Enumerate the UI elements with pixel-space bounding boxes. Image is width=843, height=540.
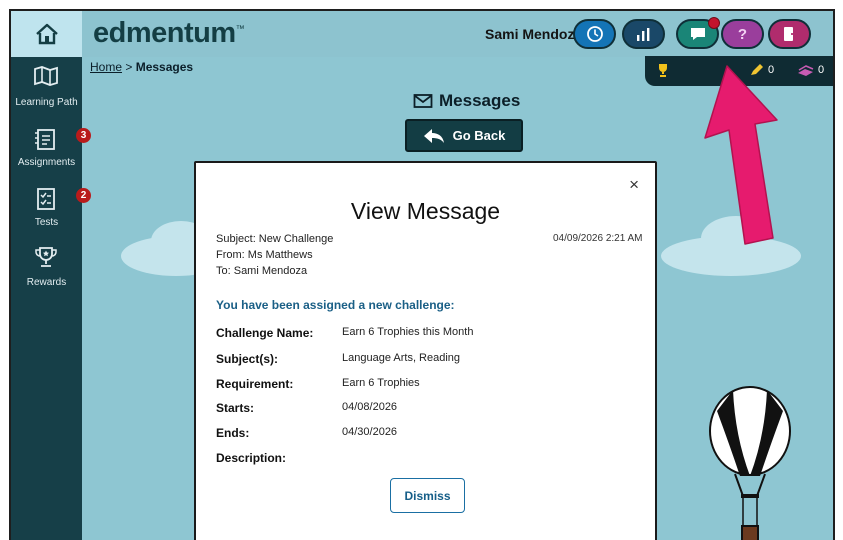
sidebar-item-assignments[interactable]: 3 Assignments xyxy=(11,117,91,175)
message-from: From: Ms Matthews xyxy=(216,249,313,261)
progress-button[interactable] xyxy=(622,19,665,49)
starts-label: Starts: xyxy=(216,401,255,415)
sidebar-item-rewards[interactable]: Rewards xyxy=(11,237,82,295)
envelope-icon xyxy=(413,94,433,108)
logout-icon xyxy=(783,27,798,41)
map-icon xyxy=(34,66,58,86)
user-name: Sami Mendoza xyxy=(485,26,583,42)
assignments-icon xyxy=(35,129,55,150)
requirement-value: Earn 6 Trophies xyxy=(342,377,420,389)
trophy-icon xyxy=(659,64,667,77)
go-back-label: Go Back xyxy=(452,128,506,143)
sidebar-item-label: Learning Path xyxy=(15,97,78,108)
ends-value: 04/30/2026 xyxy=(342,426,398,438)
logo-text: edmentum xyxy=(93,17,236,49)
message-subject: Subject: New Challenge xyxy=(216,233,334,245)
starts-value: 04/08/2026 xyxy=(342,401,398,413)
trophy-icon xyxy=(35,247,57,267)
subjects-value: Language Arts, Reading xyxy=(342,352,461,364)
sidebar-item-tests[interactable]: 2 Tests xyxy=(11,177,91,235)
description-label: Description: xyxy=(216,451,287,465)
breadcrumb-current: Messages xyxy=(135,60,194,74)
ends-label: Ends: xyxy=(216,426,250,440)
chat-icon xyxy=(690,28,705,40)
subjects-label: Subject(s): xyxy=(216,352,279,366)
sidebar-item-label: Assignments xyxy=(17,157,76,168)
sidebar-item-learning-path[interactable]: Learning Path xyxy=(11,57,82,115)
back-arrow-icon xyxy=(423,128,444,143)
edmentum-logo: edmentum™ xyxy=(93,17,245,50)
dialog-title: View Message xyxy=(350,198,501,224)
breadcrumb-separator: > xyxy=(122,60,136,74)
home-icon xyxy=(35,23,58,45)
books-icon xyxy=(798,65,814,76)
requirement-label: Requirement: xyxy=(216,377,294,391)
home-button[interactable] xyxy=(11,11,82,57)
sidebar: Learning Path 3 Assignments 2 Tests Rewa… xyxy=(11,57,91,540)
go-back-button[interactable]: Go Back xyxy=(405,119,523,152)
bar-chart-icon xyxy=(636,28,649,41)
sidebar-item-label: Rewards xyxy=(26,277,67,288)
dismiss-button[interactable]: Dismiss xyxy=(390,478,465,513)
help-icon: ? xyxy=(737,25,748,43)
annotation-arrow xyxy=(704,65,778,245)
logout-button[interactable] xyxy=(768,19,811,49)
challenge-name-value: Earn 6 Trophies this Month xyxy=(342,326,474,338)
breadcrumb-home-link[interactable]: Home xyxy=(90,60,122,74)
message-date: 04/09/2026 2:21 AM xyxy=(553,233,643,244)
assignments-count-badge: 3 xyxy=(76,128,91,143)
app-frame: edmentum™ Sami Mendoza ? Learning Path 3… xyxy=(9,9,835,540)
books-count: 0 xyxy=(818,64,825,76)
hot-air-balloon-illustration xyxy=(709,386,791,540)
tests-icon xyxy=(37,188,55,210)
help-button[interactable]: ? xyxy=(721,19,764,49)
page-title-text: Messages xyxy=(439,91,521,110)
tests-count-badge: 2 xyxy=(76,188,91,203)
close-icon[interactable]: × xyxy=(629,175,639,195)
clock-icon xyxy=(586,26,603,42)
new-message-indicator xyxy=(708,17,720,29)
message-to: To: Sami Mendoza xyxy=(216,265,308,277)
trophy-stat xyxy=(656,63,670,77)
dismiss-label: Dismiss xyxy=(404,488,451,503)
books-stat: 0 xyxy=(797,63,824,77)
sidebar-item-label: Tests xyxy=(34,217,59,228)
page-title: Messages xyxy=(413,91,520,111)
view-message-dialog: × View Message Subject: New Challenge Fr… xyxy=(194,161,657,540)
top-bar: edmentum™ Sami Mendoza ? xyxy=(11,11,833,57)
breadcrumb: Home > Messages xyxy=(90,60,193,74)
assigned-heading: You have been assigned a new challenge: xyxy=(216,298,455,312)
logo-trademark: ™ xyxy=(235,23,245,34)
time-button[interactable] xyxy=(573,19,616,49)
challenge-name-label: Challenge Name: xyxy=(216,326,314,340)
